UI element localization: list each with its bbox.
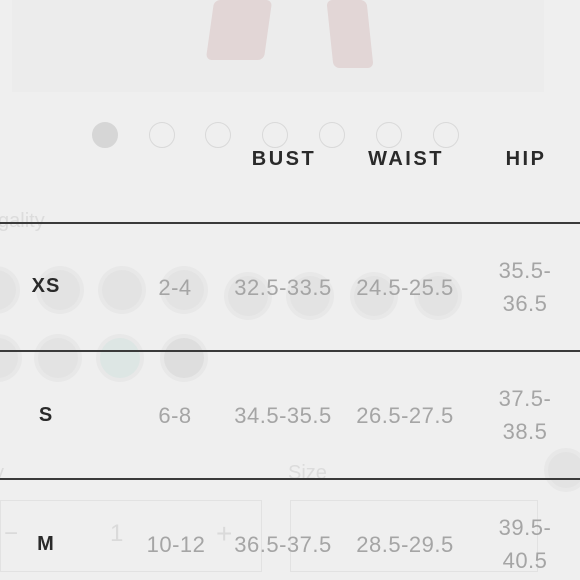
size-label-m: M <box>37 533 55 555</box>
table-divider <box>0 350 580 352</box>
hip-range-end: 36.5 <box>502 291 548 316</box>
column-header-waist: WAIST <box>368 148 444 170</box>
column-header-hip: HIP <box>505 148 547 170</box>
bust-cell: 32.5-33.5 <box>234 275 332 300</box>
hip-range-start: 35.5- <box>498 258 552 283</box>
hip-range-end: 40.5 <box>502 548 548 573</box>
hip-cell: 39.5- 40.5 <box>490 511 560 577</box>
numeric-size-cell: 10-12 <box>146 532 206 557</box>
bust-cell: 36.5-37.5 <box>234 532 332 557</box>
bust-cell: 34.5-35.5 <box>234 403 332 428</box>
waist-cell: 28.5-29.5 <box>356 532 454 557</box>
table-divider <box>0 478 580 480</box>
hip-cell: 35.5- 36.5 <box>490 254 560 320</box>
hip-range-end: 38.5 <box>502 419 548 444</box>
waist-cell: 24.5-25.5 <box>356 275 454 300</box>
waist-cell: 26.5-27.5 <box>356 403 454 428</box>
numeric-size-cell: 6-8 <box>158 403 192 428</box>
column-header-bust: BUST <box>251 148 317 170</box>
size-label-s: S <box>38 404 54 426</box>
hip-cell: 37.5- 38.5 <box>490 382 560 448</box>
size-label-xs: XS <box>31 275 61 297</box>
table-divider <box>0 222 580 224</box>
hip-range-start: 39.5- <box>498 515 552 540</box>
numeric-size-cell: 2-4 <box>158 275 192 300</box>
size-chart: BUST WAIST HIP XS 2-4 32.5-33.5 24.5-25.… <box>0 0 580 580</box>
hip-range-start: 37.5- <box>498 386 552 411</box>
